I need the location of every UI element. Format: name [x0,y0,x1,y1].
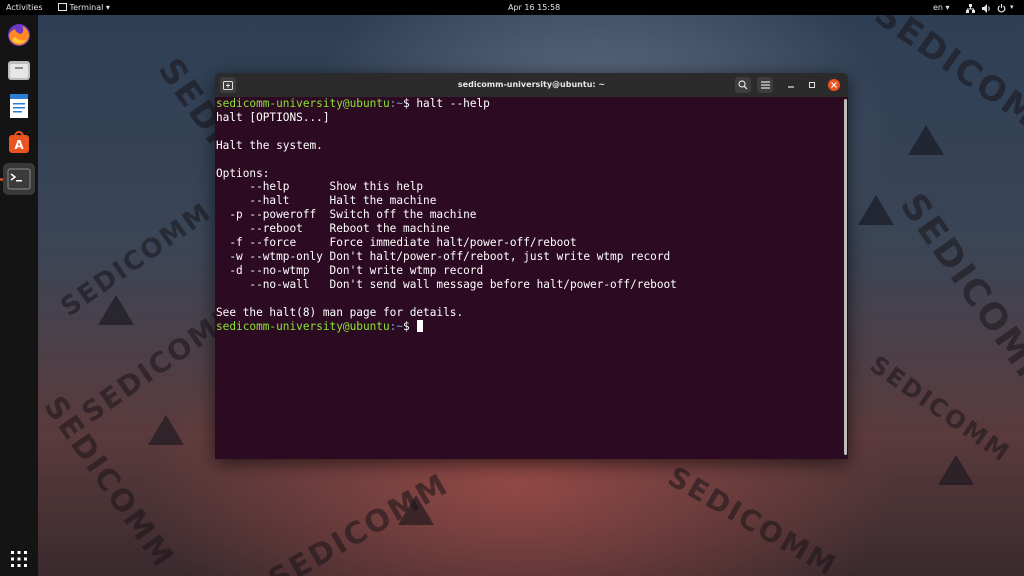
menu-button[interactable] [757,77,773,93]
firefox-icon [8,24,30,46]
hamburger-menu-icon [760,81,770,89]
window-title: sedicomm-university@ubuntu: ~ [457,80,606,89]
show-applications-button[interactable] [5,545,33,573]
output-line: --help Show this help [216,180,424,194]
search-button[interactable] [735,77,751,93]
current-prompt-line: sedicomm-university@ubuntu:~$ [216,319,842,334]
dock-item-writer[interactable] [5,92,33,120]
output-line [216,292,842,306]
language-label: en [933,3,943,12]
prompt-path: :~ [389,97,404,110]
wallpaper-watermark: SEDICOMM [866,15,1024,157]
volume-icon[interactable] [982,3,992,18]
output-line [216,153,842,167]
output-line: See the halt(8) man page for details. [216,305,464,319]
chevron-down-icon: ▾ [945,3,950,12]
dock-item-files[interactable] [5,56,33,84]
dock-item-firefox[interactable] [5,21,33,49]
svg-text:A: A [14,138,24,152]
wallpaper-triangle [98,295,134,325]
activities-button[interactable]: Activities [6,0,43,15]
output-line: Halt the system. [216,138,323,152]
maximize-button[interactable] [806,79,818,91]
wallpaper-triangle [858,195,894,225]
dock-item-terminal[interactable] [3,163,35,195]
grid-icon [11,551,27,567]
language-selector[interactable]: en ▾ [933,0,950,15]
minimize-button[interactable] [785,79,797,91]
files-icon [8,61,30,80]
prompt-symbol: $ [403,97,410,110]
wallpaper-triangle [938,455,974,485]
output-line: -d --no-wtmp Don't write wtmp record [216,263,484,277]
chevron-down-icon[interactable]: ▾ [1010,0,1014,15]
software-icon: A [9,131,29,153]
prompt-user: sedicomm-university@ubuntu [216,97,390,110]
terminal-output-area[interactable]: sedicomm-university@ubuntu:~$ halt --hel… [215,97,842,459]
output-line: -f --force Force immediate halt/power-of… [216,236,577,250]
dock: A [0,15,38,576]
output-line: --reboot Reboot the machine [216,222,450,236]
output-line: -p --poweroff Switch off the machine [216,208,477,222]
terminal-small-icon [58,3,67,11]
minimize-icon [788,86,794,88]
search-icon [738,80,748,90]
output-line: Options: [216,166,270,180]
clock[interactable]: Apr 16 15:58 [508,0,560,15]
wallpaper-triangle [908,125,944,155]
scrollbar[interactable] [843,97,848,459]
wallpaper-triangle [148,415,184,445]
output-line: --no-wall Don't send wall message before… [216,277,677,291]
output-line: halt [OPTIONS...] [216,110,330,124]
output-line: --halt Halt the machine [216,194,437,208]
network-icon[interactable] [966,3,975,18]
terminal-icon [7,168,31,190]
wallpaper-watermark: SEDICOMM [864,350,1016,468]
output-line: -w --wtmp-only Don't halt/power-off/rebo… [216,249,671,263]
command-text: halt --help [409,97,490,110]
top-bar: Activities Terminal ▾ Apr 16 15:58 en ▾ … [0,0,1024,15]
wallpaper-watermark: SEDICOMM [55,197,218,323]
writer-icon [10,94,28,118]
terminal-header-bar[interactable]: sedicomm-university@ubuntu: ~ [215,73,848,97]
scrollbar-thumb[interactable] [844,99,847,455]
text-cursor [417,319,424,332]
app-menu-label: Terminal [69,3,104,12]
wallpaper-watermark: SEDICOMM [662,459,843,576]
app-menu[interactable]: Terminal ▾ [58,0,110,15]
terminal-window: sedicomm-university@ubuntu: ~ sedicomm-u… [215,73,848,459]
prompt-path: :~ [389,319,404,333]
dock-item-software[interactable]: A [5,128,33,156]
wallpaper-triangle [398,495,434,525]
close-button[interactable] [828,79,840,91]
chevron-down-icon: ▾ [105,3,110,12]
power-icon[interactable] [997,3,1006,18]
output-line [216,125,842,139]
close-icon [831,82,837,88]
maximize-icon [809,82,815,88]
prompt-user: sedicomm-university@ubuntu [216,319,390,333]
prompt-symbol: $ [403,319,410,333]
command-line: sedicomm-university@ubuntu:~$ halt --hel… [216,97,842,111]
